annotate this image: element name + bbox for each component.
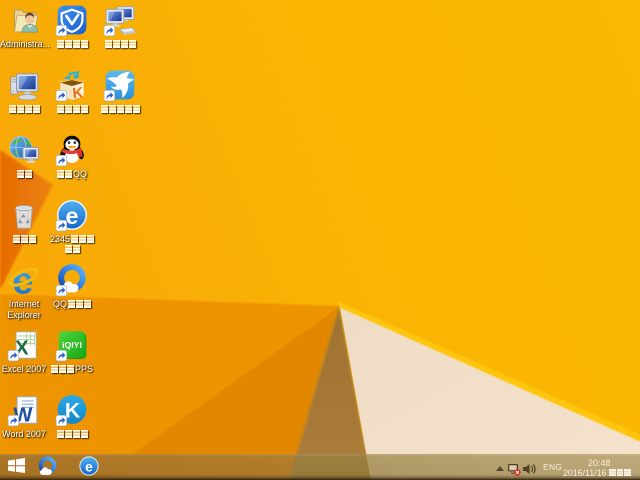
svg-text:e: e: [85, 459, 93, 474]
svg-text:iQIYI: iQIYI: [62, 340, 82, 350]
svg-text:K: K: [65, 398, 81, 422]
svg-text:K: K: [72, 85, 84, 102]
svg-text:e: e: [66, 203, 79, 229]
